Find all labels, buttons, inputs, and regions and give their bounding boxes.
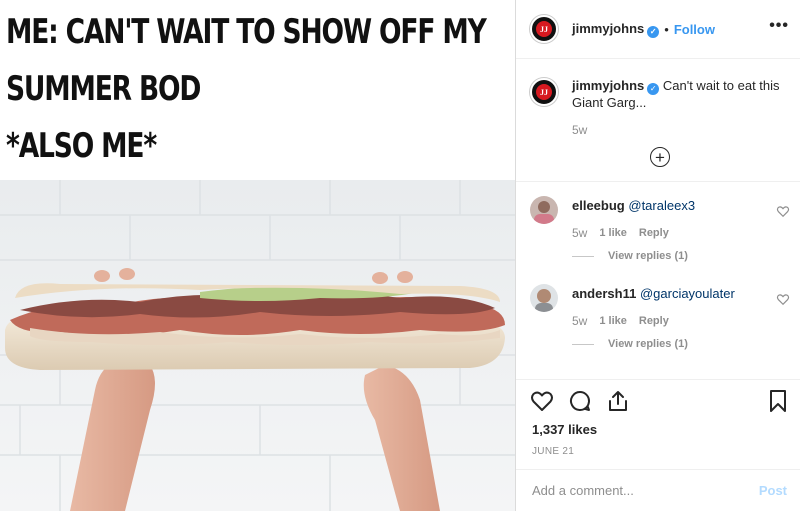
comment-time: 5w: [572, 226, 588, 240]
avatar[interactable]: [530, 284, 558, 312]
reply-button[interactable]: Reply: [639, 227, 669, 239]
post-side-panel: JJ jimmyjohns ✓ • Follow ••• JJ jimmyjohn…: [515, 0, 800, 511]
more-options-icon[interactable]: •••: [769, 17, 789, 35]
post-media[interactable]: ME: CAN'T WAIT TO SHOW OFF MY SUMMER BOD…: [0, 0, 515, 511]
separator-dot: •: [664, 21, 669, 37]
avatar[interactable]: [530, 196, 558, 224]
meme-line-1: ME: CAN'T WAIT TO SHOW OFF MY: [6, 12, 487, 52]
comment-item: andersh11 @garciayoulater 5w 1 like Repl…: [530, 284, 790, 350]
post-button[interactable]: Post: [759, 483, 787, 498]
verified-icon: ✓: [647, 83, 660, 95]
brand-logo-icon: JJ: [534, 19, 554, 39]
view-replies-button[interactable]: View replies (1): [572, 250, 790, 262]
divider: [516, 181, 800, 182]
profile-avatar[interactable]: JJ: [530, 15, 558, 43]
action-bar: [530, 389, 790, 415]
post-caption: JJ jimmyjohns ✓ Can't wait to eat this Gi…: [530, 78, 790, 137]
add-circle-icon[interactable]: +: [650, 147, 670, 167]
view-replies-label[interactable]: View replies (1): [608, 338, 688, 350]
caption-time: 5w: [572, 123, 588, 137]
comment-meta: 5w 1 like Reply: [572, 226, 790, 240]
caption-text: jimmyjohns ✓ Can't wait to eat this Giant…: [572, 78, 790, 111]
comment-time: 5w: [572, 314, 588, 328]
meme-line-3: *ALSO ME*: [6, 126, 157, 166]
comment-text: elleebug @taraleex3: [572, 196, 790, 214]
divider: [516, 379, 800, 380]
reply-button[interactable]: Reply: [639, 315, 669, 327]
header-username[interactable]: jimmyjohns ✓: [572, 21, 660, 38]
comment-input[interactable]: [532, 483, 759, 498]
post-date: JUNE 21: [532, 446, 575, 457]
small-heart-icon[interactable]: [776, 292, 790, 306]
share-icon[interactable]: [606, 389, 630, 413]
bookmark-icon[interactable]: [766, 389, 790, 413]
sandwich-photo: [0, 180, 515, 511]
comment-likes[interactable]: 1 like: [599, 315, 627, 327]
divider-line: [572, 343, 594, 345]
comment-username[interactable]: andersh11: [572, 286, 636, 301]
comment-item: elleebug @taraleex3 5w 1 like Reply View…: [530, 196, 790, 262]
caption-avatar[interactable]: JJ: [530, 78, 558, 106]
small-heart-icon[interactable]: [776, 204, 790, 218]
divider-line: [572, 255, 594, 257]
view-replies-label[interactable]: View replies (1): [608, 250, 688, 262]
heart-icon[interactable]: [530, 389, 554, 413]
meme-caption: ME: CAN'T WAIT TO SHOW OFF MY SUMMER BOD…: [6, 4, 487, 175]
mention-link[interactable]: @garciayoulater: [640, 286, 735, 301]
comment-username[interactable]: elleebug: [572, 198, 625, 213]
view-replies-button[interactable]: View replies (1): [572, 338, 790, 350]
comment-form: Post: [516, 469, 800, 511]
comment-likes[interactable]: 1 like: [599, 227, 627, 239]
comment-meta: 5w 1 like Reply: [572, 314, 790, 328]
caption-username[interactable]: jimmyjohns: [572, 78, 644, 93]
brand-logo-icon: JJ: [534, 82, 554, 102]
verified-icon: ✓: [647, 25, 660, 38]
follow-button[interactable]: Follow: [674, 22, 715, 37]
likes-count[interactable]: 1,337 likes: [532, 422, 597, 437]
header-username-text[interactable]: jimmyjohns: [572, 21, 644, 36]
meme-line-2: SUMMER BOD: [6, 69, 201, 109]
post-header: JJ jimmyjohns ✓ • Follow •••: [516, 0, 800, 59]
comment-icon[interactable]: [568, 389, 592, 413]
mention-link[interactable]: @taraleex3: [628, 198, 695, 213]
comment-text: andersh11 @garciayoulater: [572, 284, 790, 302]
